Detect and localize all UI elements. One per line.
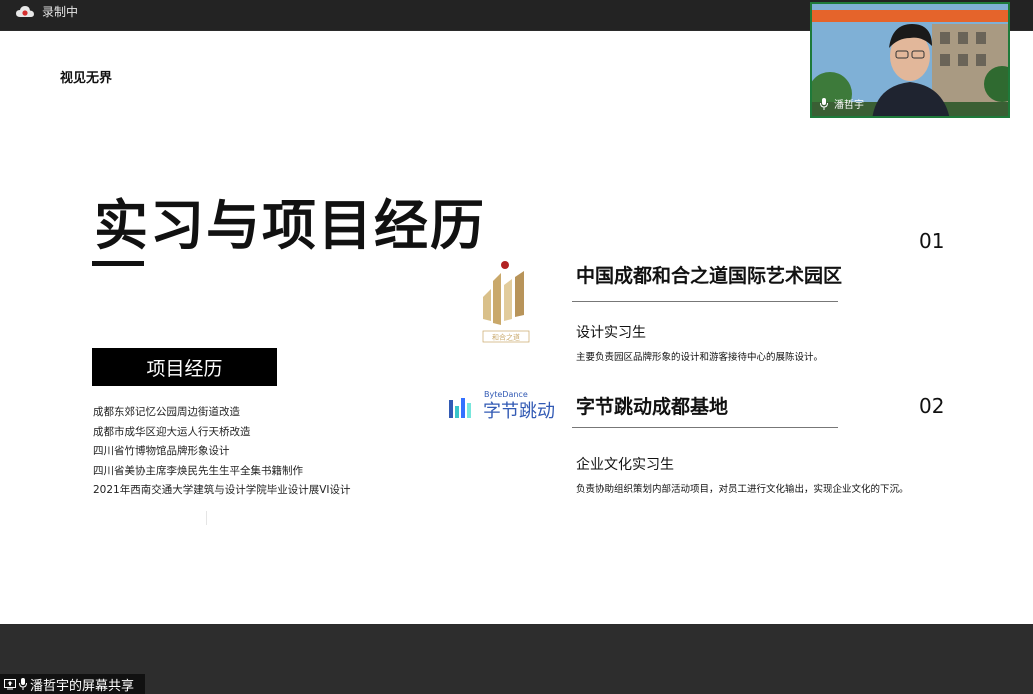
bytedance-chinese-wordmark: 字节跳动 — [483, 401, 555, 422]
experience-description: 负责协助组织策划内部活动项目，对员工进行文化输出，实现企业文化的下沉。 — [576, 484, 909, 495]
slide-title: 实习与项目经历 — [94, 194, 486, 257]
experience-company: 字节跳动成都基地 — [576, 396, 729, 418]
microphone-icon — [19, 678, 27, 690]
recording-status[interactable]: 录制中 — [42, 5, 78, 19]
divider — [572, 427, 838, 428]
meeting-bottom-area — [0, 625, 1033, 694]
list-item: 四川省竹博物馆品牌形象设计 — [93, 445, 230, 458]
list-item: 2021年西南交通大学建筑与设计学院毕业设计展VI设计 — [93, 484, 351, 497]
projects-list: 成都东郊记忆公园周边街道改造 成都市成华区迎大运人行天桥改造 四川省竹博物馆品牌… — [93, 403, 351, 501]
microphone-icon — [820, 98, 828, 110]
experience-number: 02 — [919, 394, 945, 418]
cloud-record-icon — [16, 6, 34, 17]
list-item: 成都市成华区迎大运人行天桥改造 — [93, 425, 251, 438]
experience-company: 中国成都和合之道国际艺术园区 — [576, 265, 843, 287]
screen-share-indicator[interactable]: 潘哲宇的屏幕共享 — [0, 674, 145, 694]
brand-name: 视见无界 — [60, 71, 113, 86]
webcam-video[interactable]: 潘哲宇 — [810, 2, 1010, 118]
divider — [572, 301, 838, 302]
shared-slide: 视见无界 实习与项目经历 项目经历 成都东郊记忆公园周边街道改造 成都市成华区迎… — [0, 31, 1033, 624]
title-underline — [92, 261, 144, 266]
participant-name: 潘哲宇 — [834, 100, 864, 111]
projects-heading: 项目经历 — [92, 348, 277, 386]
divider — [206, 511, 207, 525]
list-item: 四川省美协主席李焕民先生生平全集书籍制作 — [93, 464, 303, 477]
screen-share-label: 潘哲宇的屏幕共享 — [30, 678, 135, 694]
experience-number: 01 — [919, 229, 945, 253]
experience-description: 主要负责园区品牌形象的设计和游客接待中心的展陈设计。 — [576, 352, 824, 363]
logo-caption: 和合之道 — [492, 333, 520, 342]
bytedance-wordmark: ByteDance — [484, 390, 528, 399]
hehe-zhidao-logo: 和合之道 — [482, 261, 530, 343]
screen-share-icon — [4, 678, 16, 689]
list-item: 成都东郊记忆公园周边街道改造 — [93, 406, 240, 418]
experience-role: 企业文化实习生 — [576, 457, 674, 473]
experience-role: 设计实习生 — [576, 325, 646, 341]
bytedance-logo: ByteDance 字节跳动 — [449, 390, 555, 422]
